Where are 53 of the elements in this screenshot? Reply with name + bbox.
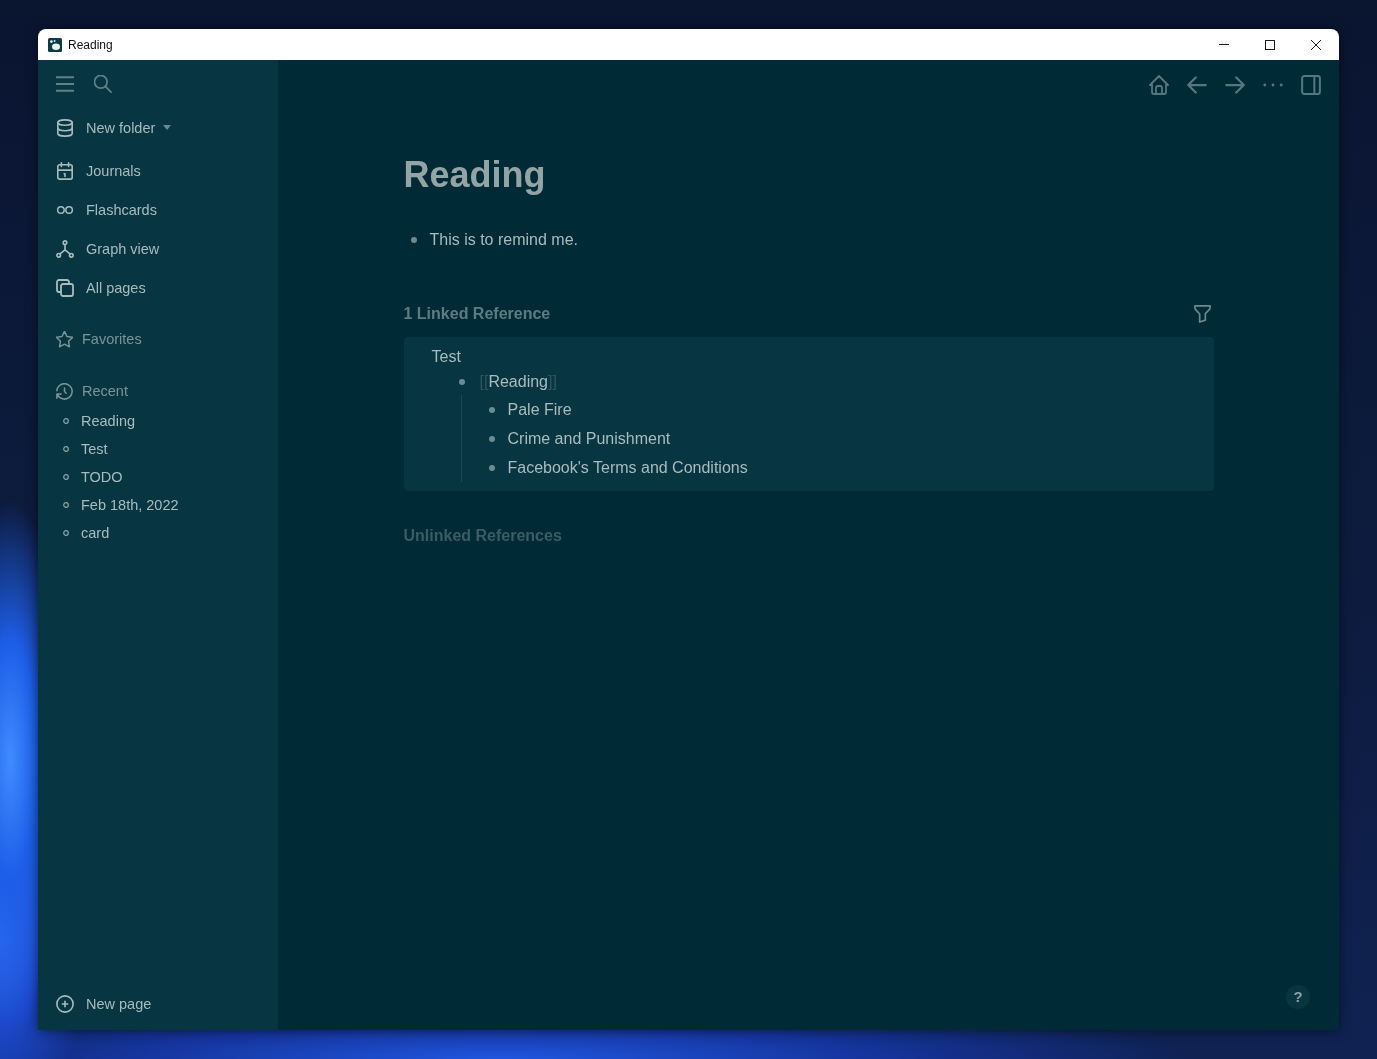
bullet-icon xyxy=(458,379,465,385)
help-button[interactable]: ? xyxy=(1286,985,1310,1009)
search-icon[interactable] xyxy=(94,75,112,93)
new-page-button[interactable]: New page xyxy=(56,990,152,1018)
sidebar-item[interactable]: Graph view xyxy=(56,229,160,268)
arrow-right-icon[interactable] xyxy=(1225,75,1245,95)
graph-icon xyxy=(56,239,74,258)
folder-selector[interactable]: New folder xyxy=(56,108,172,147)
home-icon[interactable] xyxy=(1149,75,1169,95)
sidebar-item[interactable]: Flashcards xyxy=(56,190,157,229)
star-icon xyxy=(56,330,73,348)
caret-down-icon xyxy=(163,125,172,130)
recent-item[interactable]: Reading xyxy=(63,407,135,435)
bullet-icon xyxy=(63,418,69,424)
filter-icon[interactable] xyxy=(1193,305,1211,323)
bullet-icon xyxy=(488,464,495,471)
app-logo-icon xyxy=(48,37,62,52)
bullet-icon xyxy=(63,502,69,508)
block-text: Facebook's Terms and Conditions xyxy=(507,458,748,477)
recent-item[interactable]: Feb 18th, 2022 xyxy=(63,491,179,519)
block-text: Crime and Punishment xyxy=(507,429,671,448)
window-title: Reading xyxy=(68,37,113,52)
more-icon[interactable] xyxy=(1263,83,1283,87)
database-icon xyxy=(56,118,74,137)
bullet-icon xyxy=(488,435,495,442)
menu-icon[interactable] xyxy=(56,75,74,93)
page-title: Reading xyxy=(403,153,546,197)
bullet-icon xyxy=(63,530,69,536)
copy-pages-icon xyxy=(56,278,74,297)
block-text: Pale Fire xyxy=(507,400,572,419)
sidebar-item[interactable]: Journals xyxy=(56,151,141,190)
bullet-icon xyxy=(63,446,69,452)
arrow-left-icon[interactable] xyxy=(1187,75,1207,95)
recent-item[interactable]: card xyxy=(63,519,110,547)
maximize-icon[interactable] xyxy=(1265,39,1275,50)
page-link[interactable]: Test xyxy=(431,348,461,366)
history-icon xyxy=(56,382,73,400)
sidebar-item[interactable]: All pages xyxy=(56,268,146,307)
recent-item[interactable]: TODO xyxy=(63,463,123,491)
bullet-icon xyxy=(63,474,69,480)
favorites-header[interactable]: Favorites xyxy=(56,324,142,354)
section-heading: Unlinked References xyxy=(403,526,563,546)
calendar-icon xyxy=(56,161,74,180)
bullet-icon xyxy=(488,406,495,413)
panel-toggle-icon[interactable] xyxy=(1301,75,1321,95)
plus-circle-icon xyxy=(56,995,74,1013)
recent-item[interactable]: Test xyxy=(63,435,108,463)
section-heading: 1 Linked Reference xyxy=(403,305,551,323)
block-text: This is to remind me. xyxy=(429,231,578,249)
recent-header[interactable]: Recent xyxy=(56,376,128,406)
close-icon[interactable] xyxy=(1311,39,1321,50)
bullet-icon xyxy=(410,237,417,243)
page-reference-link[interactable]: [[Reading]] xyxy=(479,373,557,391)
